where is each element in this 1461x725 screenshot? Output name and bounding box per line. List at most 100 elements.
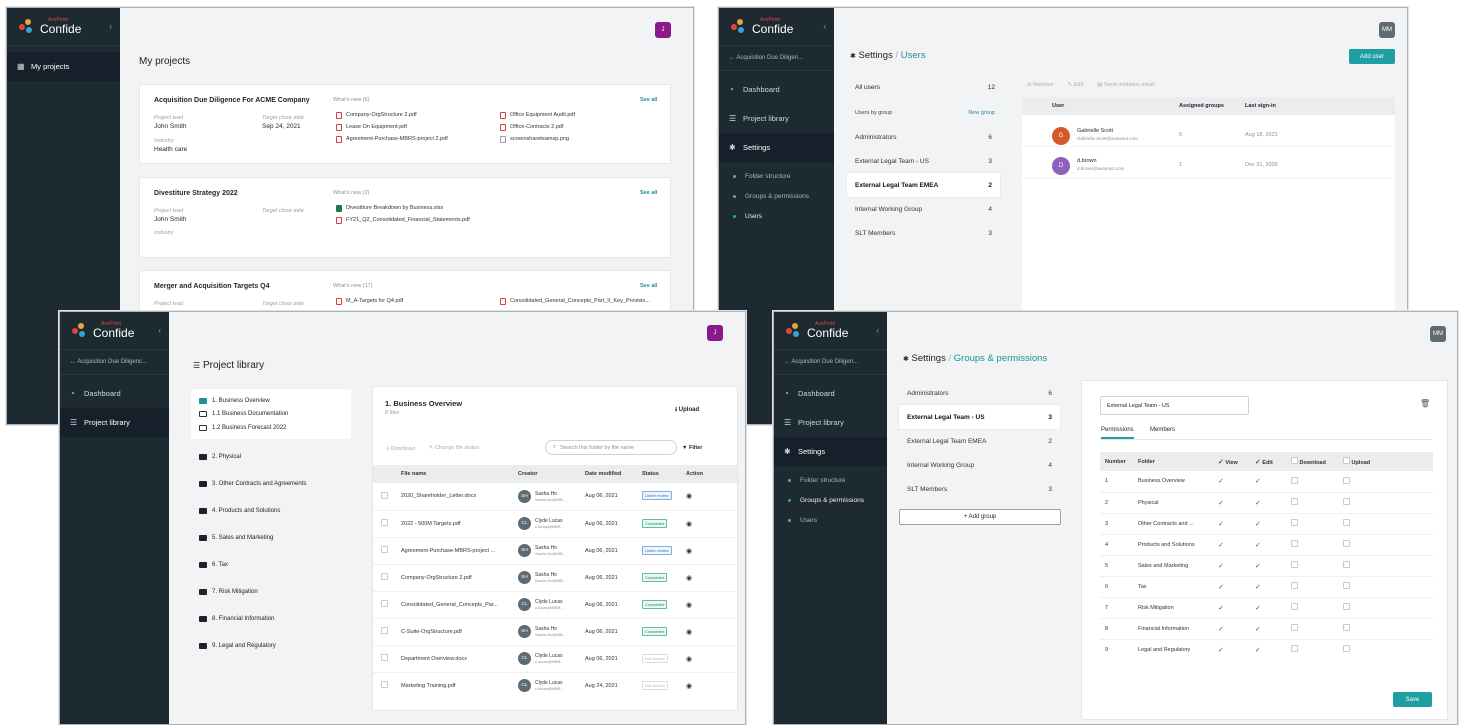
download-checkbox[interactable] bbox=[1291, 645, 1298, 653]
download-checkbox[interactable] bbox=[1291, 582, 1298, 589]
edit-check[interactable]: ✓ bbox=[1255, 605, 1261, 612]
group-item[interactable]: Internal Working Group 4 bbox=[899, 453, 1060, 477]
user-avatar[interactable]: MM bbox=[1430, 326, 1446, 342]
tree-item[interactable]: 8. Financial Information bbox=[199, 605, 351, 632]
file-item[interactable]: FY21_Q2_Consolidated_Financial_Statement… bbox=[336, 214, 636, 226]
collapse-icon[interactable]: ‹ bbox=[158, 326, 161, 335]
file-item[interactable]: Divestiture Breakdown by Business.xlsx bbox=[336, 202, 636, 214]
view-check[interactable]: ✓ bbox=[1218, 584, 1224, 591]
edit-button[interactable]: ✎ Edit bbox=[1068, 82, 1084, 88]
folder-open[interactable]: 1. Business Overview 1.1 Business Docume… bbox=[191, 389, 351, 439]
edit-check[interactable]: ✓ bbox=[1255, 584, 1261, 591]
view-check[interactable]: ✓ bbox=[1218, 500, 1224, 507]
change-status-button[interactable]: ✎ Change file status bbox=[429, 445, 479, 454]
tree-item[interactable]: 7. Risk Mitigation bbox=[199, 578, 351, 605]
nav-project-library[interactable]: ☰ Project library bbox=[60, 408, 169, 437]
download-checkbox[interactable] bbox=[1291, 540, 1298, 547]
download-checkbox[interactable] bbox=[1291, 603, 1298, 610]
table-row[interactable]: Company-OrgStructure 2.pdf SH Sasha Ho Sas… bbox=[373, 564, 739, 591]
file-name[interactable]: Department Overview.docx bbox=[401, 645, 518, 672]
view-check[interactable]: ✓ bbox=[1218, 647, 1224, 654]
edit-check[interactable]: ✓ bbox=[1255, 626, 1261, 633]
upload-checkbox[interactable] bbox=[1343, 498, 1350, 505]
nav-dashboard[interactable]: ◔ Dashboard bbox=[60, 379, 169, 408]
file-item[interactable]: Office-Contracts 2.pdf bbox=[500, 121, 660, 133]
upload-checkbox[interactable] bbox=[1343, 624, 1350, 631]
view-check[interactable]: ✓ bbox=[1218, 542, 1224, 549]
project-card[interactable]: Divestiture Strategy 2022 Project lead J… bbox=[139, 177, 671, 258]
file-name[interactable]: 2022 - 500M Targets.pdf bbox=[401, 510, 518, 537]
nav-dashboard[interactable]: ◔ Dashboard bbox=[719, 75, 834, 104]
row-checkbox[interactable] bbox=[381, 600, 388, 607]
table-row[interactable]: C-Suite-OrgStructure.pdf SH Sasha Ho Sasha… bbox=[373, 618, 739, 645]
sub-users[interactable]: Users bbox=[719, 206, 834, 226]
file-name[interactable]: Company-OrgStructure 2.pdf bbox=[401, 564, 518, 591]
select-all-upload[interactable] bbox=[1343, 457, 1350, 464]
nav-my-projects[interactable]: ▦ My projects bbox=[7, 52, 120, 81]
row-checkbox[interactable] bbox=[381, 546, 388, 553]
filter-button[interactable]: ▼ Filter bbox=[682, 445, 702, 451]
edit-check[interactable]: ✓ bbox=[1255, 542, 1261, 549]
row-checkbox[interactable] bbox=[381, 573, 388, 580]
view-check[interactable]: ✓ bbox=[1218, 563, 1224, 570]
sub-folder-structure[interactable]: Folder structure bbox=[774, 470, 887, 490]
back-link[interactable]: ← Acquisition Due Diligen... bbox=[774, 350, 887, 375]
collapse-icon[interactable]: ‹ bbox=[109, 22, 112, 31]
see-all-link[interactable]: See all bbox=[640, 283, 657, 289]
sub-users[interactable]: Users bbox=[774, 510, 887, 530]
eye-icon[interactable]: ◉ bbox=[686, 683, 692, 690]
group-item[interactable]: Administrators 6 bbox=[899, 381, 1060, 405]
table-row[interactable]: Department Overview.docx CL Clyde Lucas c.… bbox=[373, 645, 739, 672]
file-item[interactable]: Consolidated_General_Concepts_Part_II_Ke… bbox=[500, 295, 668, 307]
upload-checkbox[interactable] bbox=[1343, 561, 1350, 568]
crumb-settings[interactable]: Settings bbox=[859, 50, 893, 61]
file-item[interactable]: Office Equipment Audit.pdf bbox=[500, 109, 660, 121]
eye-icon[interactable]: ◉ bbox=[686, 629, 692, 636]
row-checkbox[interactable] bbox=[381, 627, 388, 634]
tree-item[interactable]: 5. Sales and Marketing bbox=[199, 524, 351, 551]
nav-project-library[interactable]: ☰ Project library bbox=[719, 104, 834, 133]
tree-item[interactable]: 1.1 Business Documentation bbox=[199, 407, 343, 421]
nav-settings[interactable]: ✱ Settings bbox=[719, 133, 834, 162]
row-checkbox[interactable] bbox=[381, 519, 388, 526]
collapse-icon[interactable]: ‹ bbox=[823, 22, 826, 31]
group-item[interactable]: External Legal Team - US 3 bbox=[847, 149, 1000, 173]
crumb-settings[interactable]: Settings bbox=[912, 353, 946, 364]
file-name[interactable]: C-Suite-OrgStructure.pdf bbox=[401, 618, 518, 645]
group-item[interactable]: SLT Members 3 bbox=[847, 221, 1000, 245]
file-name[interactable]: 2020_Shareholder_Letter.docx bbox=[401, 483, 518, 510]
back-link[interactable]: ← Acquisition Due Diligenc... bbox=[60, 350, 169, 375]
user-avatar[interactable]: J bbox=[655, 22, 671, 38]
eye-icon[interactable]: ◉ bbox=[686, 602, 692, 609]
user-avatar[interactable]: J bbox=[707, 325, 723, 341]
group-item[interactable]: External Legal Team EMEA 2 bbox=[899, 429, 1060, 453]
edit-check[interactable]: ✓ bbox=[1255, 563, 1261, 570]
nav-project-library[interactable]: ☰ Project library bbox=[774, 408, 887, 437]
new-group-link[interactable]: New group bbox=[968, 110, 995, 116]
group-item-selected[interactable]: External Legal Team - US 3 bbox=[899, 405, 1060, 429]
file-item[interactable]: Lease On Equipment.pdf bbox=[336, 121, 496, 133]
file-name[interactable]: Consolidated_General_Concepts_Par... bbox=[401, 591, 518, 618]
tree-item[interactable]: 3. Other Contracts and Agreements bbox=[199, 470, 351, 497]
table-row[interactable]: 2022 - 500M Targets.pdf CL Clyde Lucas c.l… bbox=[373, 510, 739, 537]
user-avatar[interactable]: MM bbox=[1379, 22, 1395, 38]
eye-icon[interactable]: ◉ bbox=[686, 656, 692, 663]
download-checkbox[interactable] bbox=[1291, 476, 1298, 484]
view-check[interactable]: ✓ bbox=[1218, 626, 1224, 633]
group-item[interactable]: Administrators 6 bbox=[847, 125, 1000, 149]
view-check[interactable]: ✓ bbox=[1218, 605, 1224, 612]
file-item[interactable]: Agreement-Purchase-MBRS-project 2.pdf bbox=[336, 133, 496, 145]
download-checkbox[interactable] bbox=[1291, 498, 1298, 505]
row-checkbox[interactable] bbox=[381, 491, 388, 499]
upload-checkbox[interactable] bbox=[1343, 540, 1350, 547]
row-checkbox[interactable] bbox=[381, 654, 388, 661]
project-card[interactable]: Acquisition Due Diligence For ACME Compa… bbox=[139, 84, 671, 164]
all-users-item[interactable]: All users 12 bbox=[855, 84, 995, 91]
see-all-link[interactable]: See all bbox=[640, 190, 657, 196]
eye-icon[interactable]: ◉ bbox=[686, 575, 692, 582]
see-all-link[interactable]: See all bbox=[640, 97, 657, 103]
download-checkbox[interactable] bbox=[1291, 561, 1298, 568]
download-checkbox[interactable] bbox=[1291, 519, 1298, 526]
table-row[interactable]: Marketing Training.pdf CL Clyde Lucas c.lu… bbox=[373, 672, 739, 699]
upload-checkbox[interactable] bbox=[1343, 476, 1350, 484]
